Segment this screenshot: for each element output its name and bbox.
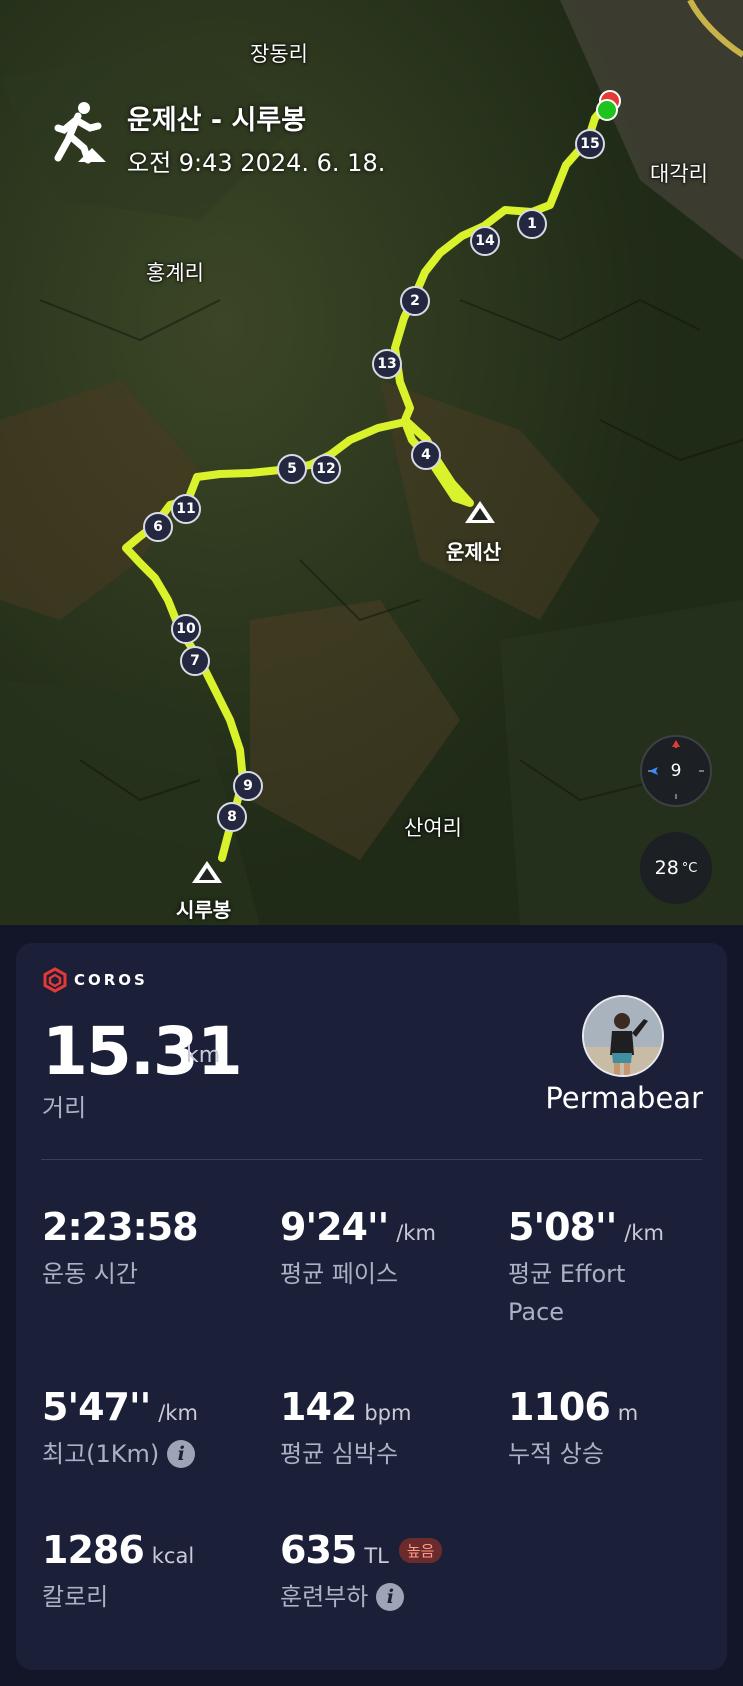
stat-unit: /km	[158, 1401, 198, 1425]
place-label: 장동리	[250, 42, 308, 66]
mountain-peak-icon	[192, 861, 222, 883]
place-label: 산여리	[404, 816, 462, 840]
temperature-unit: °C	[681, 860, 698, 876]
compass-button[interactable]: 9	[640, 735, 712, 807]
place-label: 대각리	[650, 162, 708, 186]
peak-label: 시루봉	[176, 898, 232, 922]
stat-label: 칼로리	[42, 1583, 109, 1611]
stat-duration: 2:23:58 운동 시간	[42, 1205, 199, 1293]
stat-best-km: 5'47'' /km 최고(1Km) i	[42, 1385, 198, 1473]
info-icon[interactable]: i	[167, 1440, 196, 1468]
stat-value: 5'47''	[42, 1385, 151, 1429]
mountain-peak-icon	[465, 501, 495, 523]
stat-avg-effort-pace: 5'08'' /km 평균 Effort Pace	[508, 1205, 688, 1331]
compass-value: 9	[670, 761, 682, 781]
activity-datetime: 오전 9:43 2024. 6. 18.	[127, 149, 386, 177]
stat-unit: kcal	[151, 1544, 195, 1568]
km-marker: 2	[400, 286, 430, 316]
training-load-badge: 높음	[398, 1538, 443, 1563]
hiking-person-icon	[54, 102, 106, 164]
distance-unit: km	[186, 1043, 221, 1068]
km-marker: 12	[311, 454, 341, 484]
stat-label: 운동 시간	[42, 1260, 138, 1288]
stat-value: 142	[280, 1385, 357, 1429]
stat-value: 2:23:58	[42, 1205, 199, 1249]
stat-unit: /km	[396, 1221, 436, 1245]
brand-logo: COROS	[42, 967, 148, 993]
km-marker: 7	[180, 646, 210, 676]
stat-value: 1106	[508, 1385, 611, 1429]
stat-label: 평균 심박수	[280, 1440, 399, 1468]
divider	[41, 1159, 702, 1160]
stat-label: 최고(1Km)	[42, 1440, 160, 1468]
km-marker: 11	[171, 494, 201, 524]
stat-unit: /km	[624, 1221, 664, 1245]
activity-title: 운제산 - 시루봉	[127, 105, 307, 136]
satellite-terrain	[0, 0, 743, 925]
place-label: 홍계리	[146, 261, 204, 285]
temperature-value: 28	[654, 857, 679, 879]
temperature-badge: 28 °C	[640, 832, 712, 904]
stat-avg-heart-rate: 142 bpm 평균 심박수	[280, 1385, 411, 1473]
km-marker: 5	[277, 454, 307, 484]
stat-avg-pace: 9'24'' /km 평균 페이스	[280, 1205, 436, 1293]
stat-label: 평균 Effort Pace	[508, 1260, 626, 1326]
km-marker: 14	[470, 226, 500, 256]
coros-logo-icon	[43, 967, 67, 993]
stat-label: 누적 상승	[508, 1440, 604, 1468]
stat-elevation-gain: 1106 m 누적 상승	[508, 1385, 638, 1473]
activity-summary-card: COROS 15.31 km 거리 Permabear 2:23:58 운동 시…	[16, 943, 727, 1670]
stat-unit: m	[617, 1401, 639, 1425]
profile-photo	[584, 997, 662, 1075]
stat-value: 5'08''	[508, 1205, 617, 1249]
stat-value: 1286	[42, 1528, 145, 1572]
km-marker: 6	[143, 512, 173, 542]
km-marker: 15	[575, 129, 605, 159]
km-marker: 8	[217, 802, 247, 832]
stat-label: 훈련부하	[280, 1583, 369, 1611]
route-map[interactable]: 장동리 대각리 홍계리 산여리 운제산 시루봉 1 2 4 5 6 7 8 9 …	[0, 0, 743, 925]
avatar[interactable]	[582, 995, 664, 1077]
distance-label: 거리	[42, 1094, 87, 1122]
username: Permabear	[545, 1081, 703, 1115]
start-end-marker	[596, 90, 621, 121]
stat-label: 평균 페이스	[280, 1260, 399, 1288]
km-marker: 1	[517, 209, 547, 239]
stat-value: 635	[280, 1528, 357, 1572]
brand-name: COROS	[74, 971, 148, 989]
stat-unit: bpm	[364, 1401, 412, 1425]
info-icon[interactable]: i	[376, 1583, 405, 1611]
stat-value: 9'24''	[280, 1205, 389, 1249]
stat-calories: 1286 kcal 칼로리	[42, 1528, 194, 1616]
stat-unit: TL	[364, 1544, 389, 1568]
km-marker: 10	[171, 614, 201, 644]
km-marker: 9	[233, 771, 263, 801]
km-marker: 4	[411, 440, 441, 470]
km-marker: 13	[372, 349, 402, 379]
stat-training-load: 635 TL 높음 훈련부하 i	[280, 1528, 443, 1616]
peak-label: 운제산	[446, 540, 502, 564]
